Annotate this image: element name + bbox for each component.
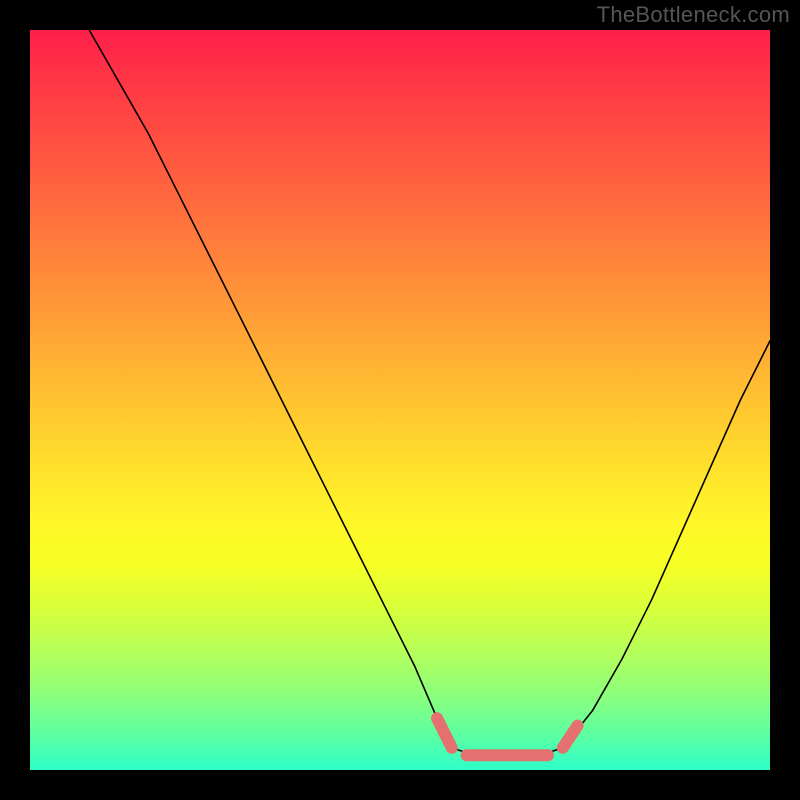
highlight-left-pink-tick <box>437 718 452 748</box>
curve-line <box>89 30 770 759</box>
highlight-right-pink-tick <box>563 726 578 748</box>
watermark-text: TheBottleneck.com <box>597 2 790 28</box>
chart-frame: TheBottleneck.com <box>0 0 800 800</box>
chart-svg <box>30 30 770 770</box>
plot-area <box>30 30 770 770</box>
